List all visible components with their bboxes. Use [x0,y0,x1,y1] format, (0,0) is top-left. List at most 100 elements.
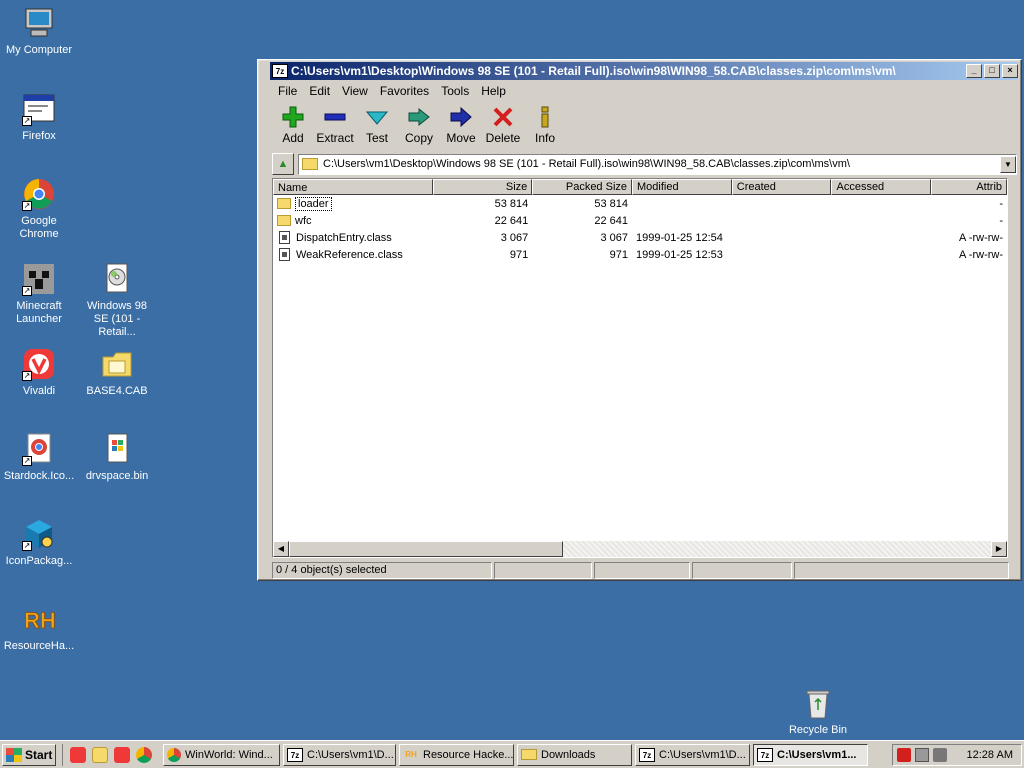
vivaldi-icon[interactable] [114,746,130,763]
clock[interactable]: 12:28 AM [967,749,1013,761]
window-titlebar[interactable]: 7z C:\Users\vm1\Desktop\Windows 98 SE (1… [270,62,1018,80]
7zip-icon: 7z [287,747,303,762]
task-button-7zip-active[interactable]: 7z C:\Users\vm1... [753,743,868,766]
add-button[interactable]: Add [272,104,314,146]
task-button-winworld[interactable]: WinWorld: Wind... [163,743,280,766]
menu-view[interactable]: View [336,82,374,100]
scroll-thumb[interactable] [289,541,563,557]
resourcehacker-icon: RH [22,602,57,636]
start-button[interactable]: Start [2,743,56,766]
vivaldi-icon: ↗ [22,347,56,381]
test-button[interactable]: Test [356,104,398,146]
table-row[interactable]: wfc 22 641 22 641 - [273,212,1007,229]
column-packed-size[interactable]: Packed Size [532,179,633,195]
desktop-icon-iconpackager[interactable]: ↗ IconPackag... [0,517,78,568]
minimize-button[interactable]: _ [966,64,982,78]
desktop-icon-minecraft-launcher[interactable]: ↗ Minecraft Launcher [0,262,78,326]
menu-bar: File Edit View Favorites Tools Help [272,82,512,100]
file-manager-window[interactable]: 7z C:\Users\vm1\Desktop\Windows 98 SE (1… [257,59,1022,581]
class-file-icon [279,248,290,261]
row-size: 971 [509,248,529,261]
firefox-icon: ↗ [22,92,56,126]
x-icon [492,106,514,128]
folder-icon [521,749,537,760]
task-button-resource-hacker[interactable]: RH Resource Hacke... [399,743,514,766]
task-label: Downloads [541,748,596,761]
info-icon [534,106,556,128]
desktop-icon-label: Stardock.Ico... [3,470,75,482]
desktop-icon-base4-cab[interactable]: BASE4.CAB [78,347,156,398]
address-text: C:\Users\vm1\Desktop\Windows 98 SE (101 … [323,158,850,170]
7zip-icon: 7z [757,747,773,762]
row-modified: 1999-01-25 12:54 [636,231,723,244]
table-row[interactable]: DispatchEntry.class 3 067 3 067 1999-01-… [273,229,1007,246]
add-label: Add [282,131,304,145]
up-folder-button[interactable]: ▲ [272,153,294,175]
delete-button[interactable]: Delete [482,104,524,146]
taskbar: Start WinWorld: Wind... 7z C:\Users\vm1\… [0,740,1024,768]
monitor-icon[interactable] [915,748,929,762]
column-created[interactable]: Created [731,179,832,195]
plus-icon [282,106,304,128]
desktop-icon-label: Minecraft Launcher [16,300,62,325]
column-headers: Name Size Packed Size Modified Created A… [273,179,1007,195]
desktop-icon-my-computer[interactable]: My Computer [0,6,78,57]
folder-icon[interactable] [92,746,108,763]
speaker-muted-icon[interactable] [933,748,947,762]
extract-button[interactable]: Extract [314,104,356,146]
row-attrib: A -rw-rw- [959,248,1004,261]
desktop-icon-label: Windows 98 SE (101 - Retail... [87,300,147,338]
task-button-7zip-2[interactable]: 7z C:\Users\vm1\D... [635,743,750,766]
copy-button[interactable]: Copy [398,104,440,146]
shortcut-arrow-icon: ↗ [22,456,32,466]
column-accessed[interactable]: Accessed [831,179,932,195]
menu-tools[interactable]: Tools [435,82,475,100]
network-disconnected-icon[interactable] [897,748,911,762]
address-bar: ▲ C:\Users\vm1\Desktop\Windows 98 SE (10… [272,153,1017,175]
file-list[interactable]: Name Size Packed Size Modified Created A… [272,178,1008,558]
vivaldi-icon[interactable] [70,746,86,763]
table-row[interactable]: loader 53 814 53 814 - [273,195,1007,212]
chrome-icon[interactable] [136,746,152,763]
close-button[interactable]: × [1002,64,1018,78]
menu-file[interactable]: File [272,82,303,100]
cab-folder-icon [100,347,134,381]
column-modified[interactable]: Modified [632,179,732,195]
desktop-icon-resourcehacker[interactable]: RH ResourceHa... [0,602,78,653]
task-button-downloads[interactable]: Downloads [517,743,632,766]
scroll-track[interactable] [563,541,991,557]
task-label: C:\Users\vm1... [777,748,857,761]
address-field[interactable]: C:\Users\vm1\Desktop\Windows 98 SE (101 … [298,153,1017,175]
desktop-icon-recycle-bin[interactable]: Recycle Bin [779,686,857,737]
menu-help[interactable]: Help [475,82,512,100]
folder-icon [302,158,318,170]
menu-favorites[interactable]: Favorites [374,82,435,100]
desktop-icon-vivaldi[interactable]: ↗ Vivaldi [0,347,78,398]
row-packed: 53 814 [594,197,629,210]
column-name[interactable]: Name [273,179,433,195]
start-label: Start [25,747,53,762]
desktop-icon-stardock[interactable]: ↗ Stardock.Ico... [0,432,78,483]
menu-edit[interactable]: Edit [303,82,336,100]
task-button-7zip-1[interactable]: 7z C:\Users\vm1\D... [283,743,396,766]
minus-icon [324,106,346,128]
address-dropdown-button[interactable]: ▼ [1000,155,1016,173]
column-size[interactable]: Size [432,179,533,195]
desktop-icon-google-chrome[interactable]: ↗ Google Chrome [0,177,78,241]
move-button[interactable]: Move [440,104,482,146]
info-button[interactable]: Info [524,104,566,146]
scroll-left-button[interactable]: ◀ [273,541,289,557]
maximize-button[interactable]: □ [984,64,1000,78]
computer-icon [22,6,56,40]
table-row[interactable]: WeakReference.class 971 971 1999-01-25 1… [273,246,1007,263]
scroll-right-button[interactable]: ▶ [991,541,1007,557]
desktop-icon-firefox[interactable]: ↗ Firefox [0,92,78,143]
status-pane [594,562,690,579]
row-name: loader [295,196,332,211]
horizontal-scrollbar[interactable]: ◀ ▶ [273,541,1007,557]
desktop-icon-drvspace[interactable]: drvspace.bin [78,432,156,483]
row-modified: 1999-01-25 12:53 [636,248,723,261]
status-bar: 0 / 4 object(s) selected [272,562,1017,580]
column-attrib[interactable]: Attrib [931,179,1007,195]
desktop-icon-windows98-iso[interactable]: Windows 98 SE (101 - Retail... [78,262,156,339]
